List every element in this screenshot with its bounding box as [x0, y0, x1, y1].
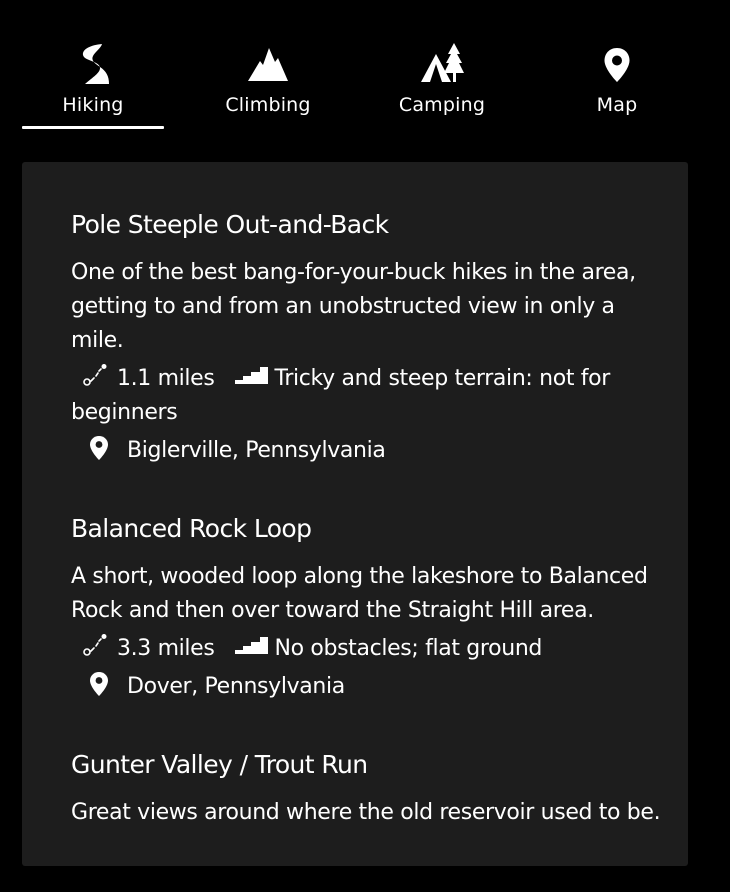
trail-meta: 3.3 miles No obstacles; flat ground: [71, 632, 666, 666]
distance-icon: [71, 632, 117, 658]
trail-location-row: Biglerville, Pennsylvania: [71, 434, 666, 468]
trail-meta: 1.1 miles Tricky and steep terrain: not …: [71, 362, 666, 430]
trail-location: Dover, Pennsylvania: [127, 674, 345, 699]
tab-map[interactable]: Map: [546, 0, 688, 132]
active-tab-indicator: [22, 126, 164, 129]
category-tabs: Hiking Climbing Camping Map: [0, 0, 730, 135]
location-pin-icon: [71, 670, 127, 698]
tab-hiking[interactable]: Hiking: [22, 0, 164, 132]
trail-description: A short, wooded loop along the lakeshore…: [71, 564, 648, 623]
trail-name: Pole Steeple Out-and-Back: [71, 210, 389, 239]
tent-icon: [418, 40, 466, 88]
mountain-icon: [244, 40, 292, 88]
trail-distance: 3.3 miles: [117, 636, 215, 661]
location-pin-icon: [593, 40, 641, 88]
tab-climbing[interactable]: Climbing: [197, 0, 339, 132]
trail-description: Great views around where the old reservo…: [71, 800, 661, 825]
terrain-icon: [228, 632, 274, 658]
trail-item[interactable]: Balanced Rock Loop A short, wooded loop …: [71, 514, 666, 704]
trail-name: Gunter Valley / Trout Run: [71, 750, 368, 779]
trail-distance: 1.1 miles: [117, 366, 215, 391]
trail-item[interactable]: Gunter Valley / Trout Run Great views ar…: [71, 750, 666, 830]
trail-location-row: Dover, Pennsylvania: [71, 670, 666, 704]
distance-icon: [71, 362, 117, 388]
trail-location: Biglerville, Pennsylvania: [127, 438, 386, 463]
trail-item[interactable]: Pole Steeple Out-and-Back One of the bes…: [71, 210, 666, 468]
location-pin-icon: [71, 434, 127, 462]
trail-terrain: No obstacles; flat ground: [274, 636, 543, 661]
terrain-icon: [228, 362, 274, 388]
tab-camping-label: Camping: [398, 94, 486, 116]
tab-hiking-label: Hiking: [62, 94, 124, 116]
tab-map-label: Map: [596, 94, 638, 116]
trail-list-card: Pole Steeple Out-and-Back One of the bes…: [22, 162, 688, 866]
tab-camping[interactable]: Camping: [371, 0, 513, 132]
trail-name: Balanced Rock Loop: [71, 514, 312, 543]
trail-icon: [69, 40, 117, 88]
trail-description: One of the best bang-for-your-buck hikes…: [71, 260, 636, 353]
tab-climbing-label: Climbing: [225, 94, 311, 116]
